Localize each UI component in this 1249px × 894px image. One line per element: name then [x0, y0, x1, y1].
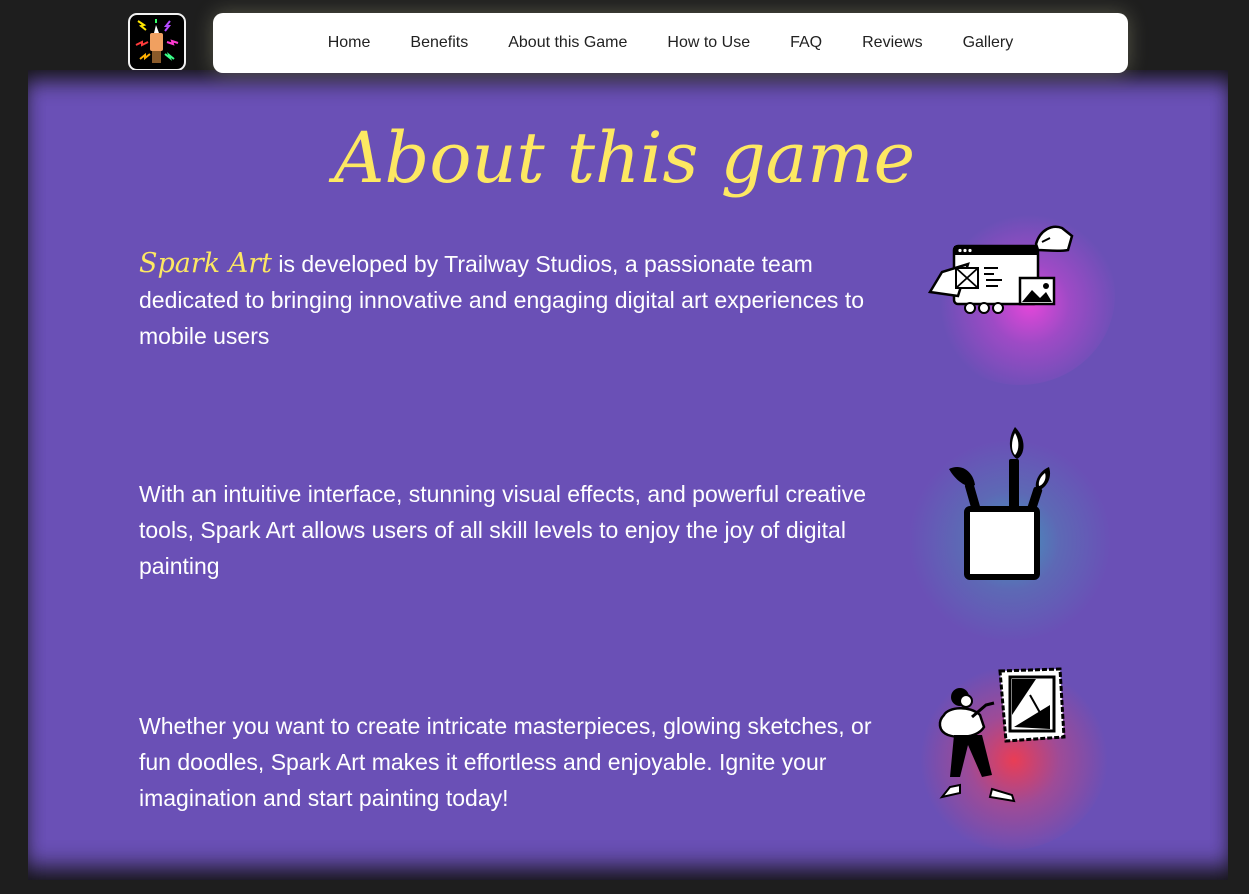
nav-link-home[interactable]: Home	[328, 34, 371, 52]
nav-link-reviews[interactable]: Reviews	[862, 34, 922, 52]
nav-link-about-this-game[interactable]: About this Game	[508, 34, 627, 52]
person-viewing-artwork-illustration-icon	[938, 667, 1066, 803]
spark-art-logo-icon[interactable]	[128, 13, 186, 71]
web-design-illustration-icon	[928, 225, 1074, 314]
nav-link-how-to-use[interactable]: How to Use	[667, 34, 750, 52]
section-title: About this game	[333, 117, 916, 199]
brand-name: Spark Art	[139, 248, 272, 279]
main-navigation: Home Benefits About this Game How to Use…	[213, 13, 1128, 73]
nav-link-gallery[interactable]: Gallery	[963, 34, 1014, 52]
paintbrush-jar-illustration-icon	[949, 427, 1051, 580]
about-paragraph-3: Whether you want to create intricate mas…	[139, 713, 872, 811]
about-paragraph-1: Spark Art is developed by Trailway Studi…	[139, 246, 884, 354]
nav-link-benefits[interactable]: Benefits	[410, 34, 468, 52]
nav-link-faq[interactable]: FAQ	[790, 34, 822, 52]
about-paragraph-2: With an intuitive interface, stunning vi…	[139, 481, 867, 579]
